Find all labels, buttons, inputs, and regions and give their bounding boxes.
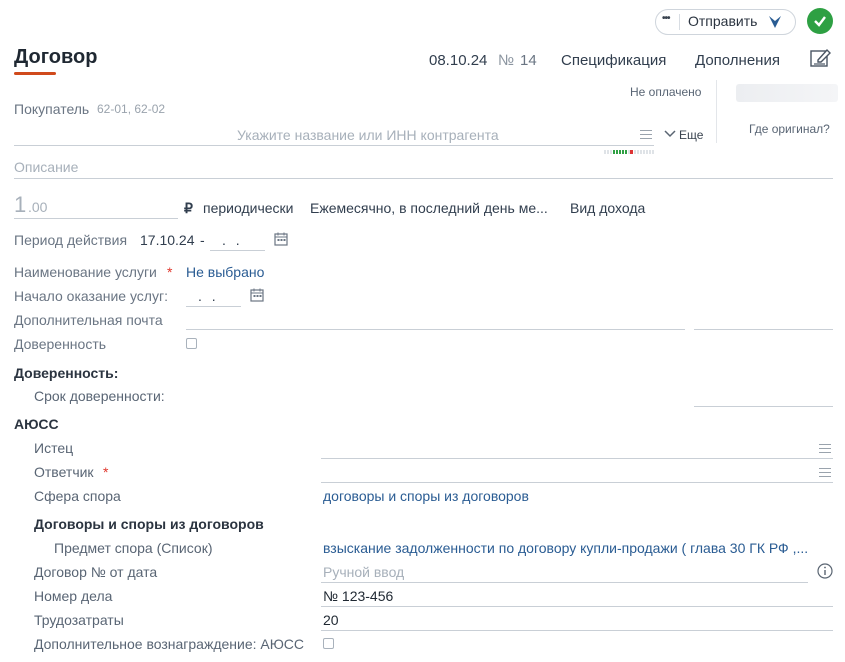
buyer-input[interactable]: Укажите название или ИНН контрагента xyxy=(237,127,499,143)
extra-email-label: Дополнительная почта xyxy=(14,312,163,328)
dispute-sphere-label: Сфера спора xyxy=(34,488,121,504)
buyer-accounts: 62-01, 62-02 xyxy=(97,102,166,116)
save-button[interactable] xyxy=(807,8,833,34)
payment-status[interactable]: Не оплачено xyxy=(630,85,701,99)
labor-input[interactable]: 20 xyxy=(323,612,339,628)
periodicity-toggle[interactable]: периодически xyxy=(203,200,293,216)
calendar-icon[interactable] xyxy=(250,288,264,302)
document-date[interactable]: 08.10.24 xyxy=(429,52,487,69)
amount-integer[interactable]: 1 xyxy=(14,192,26,218)
buyer-input-line xyxy=(14,145,654,146)
description-line xyxy=(14,178,833,179)
defendant-label: Ответчик xyxy=(34,464,94,480)
income-type-selector[interactable]: Вид дохода xyxy=(570,200,645,216)
list-icon[interactable] xyxy=(819,465,831,480)
extra-reward-checkbox[interactable] xyxy=(323,638,334,649)
send-label[interactable]: Отправить xyxy=(688,13,757,29)
where-original-link[interactable]: Где оригинал? xyxy=(749,122,830,136)
contracts-subsection-title: Договоры и споры из договоров xyxy=(34,516,264,532)
send-button-group[interactable]: ••• Отправить xyxy=(655,9,796,35)
required-marker: * xyxy=(103,464,109,480)
period-separator: - xyxy=(200,232,205,248)
currency-symbol: ₽ xyxy=(184,200,193,216)
service-start-line xyxy=(186,306,241,307)
send-direction-icon[interactable] xyxy=(768,15,782,29)
poa-term-input[interactable] xyxy=(694,406,833,407)
number-sign: № xyxy=(498,52,515,69)
extra-reward-label: Дополнительное вознаграждение: АЮСС xyxy=(34,636,304,652)
dispute-subject-value[interactable]: взыскание задолженности по договору купл… xyxy=(323,540,808,556)
extra-email-input[interactable] xyxy=(186,329,685,330)
service-label: Наименование услуги xyxy=(14,264,157,280)
period-end-line xyxy=(210,250,265,251)
case-number-line xyxy=(321,606,833,607)
info-icon[interactable] xyxy=(817,563,833,579)
labor-line xyxy=(321,630,833,631)
amount-line xyxy=(14,218,178,219)
defendant-input[interactable] xyxy=(321,482,833,483)
contract-ref-line xyxy=(321,582,808,583)
service-selector[interactable]: Не выбрано xyxy=(186,264,264,280)
service-start-label: Начало оказание услуг: xyxy=(14,288,168,304)
service-start-date[interactable]: . . xyxy=(198,288,219,304)
document-number[interactable]: 14 xyxy=(520,52,537,69)
divider xyxy=(679,14,680,30)
schedule-selector[interactable]: Ежемесячно, в последний день ме... xyxy=(310,200,548,216)
labor-label: Трудозатраты xyxy=(34,612,124,628)
counterparty-avatar-placeholder xyxy=(736,84,838,102)
poa-checkbox[interactable] xyxy=(186,338,197,349)
list-icon[interactable] xyxy=(640,127,652,142)
poa-label: Доверенность xyxy=(14,336,107,352)
dispute-sphere-value[interactable]: договоры и споры из договоров xyxy=(323,488,529,504)
case-number-input[interactable]: № 123-456 xyxy=(323,588,393,604)
list-icon[interactable] xyxy=(819,441,831,456)
period-end[interactable]: . . xyxy=(222,232,243,248)
right-panel-divider xyxy=(716,80,717,143)
period-start[interactable]: 17.10.24 xyxy=(140,232,195,248)
contract-ref-label: Договор № от дата xyxy=(34,564,158,580)
tab-specification[interactable]: Спецификация xyxy=(561,52,666,69)
page-title: Договор xyxy=(14,46,98,68)
extra-email-input-2[interactable] xyxy=(694,329,833,330)
calendar-icon[interactable] xyxy=(274,232,288,246)
more-actions-button[interactable]: ••• xyxy=(662,13,670,24)
amount-decimal[interactable]: .00 xyxy=(28,199,47,215)
buyer-label: Покупатель xyxy=(14,101,90,117)
contract-ref-input[interactable]: Ручной ввод xyxy=(323,564,404,580)
dispute-subject-label: Предмет спора (Список) xyxy=(54,540,213,556)
plaintiff-label: Истец xyxy=(34,440,74,456)
poa-term-label: Срок доверенности: xyxy=(34,388,165,404)
reliability-indicator xyxy=(604,150,654,154)
required-marker: * xyxy=(167,264,173,280)
poa-section-title: Доверенность: xyxy=(14,365,119,381)
chevron-down-icon[interactable] xyxy=(664,130,676,138)
plaintiff-input[interactable] xyxy=(321,458,833,459)
aiuss-section-title: АЮСС xyxy=(14,416,59,432)
more-button[interactable]: Еще xyxy=(679,128,703,142)
checkmark-icon xyxy=(814,16,826,27)
title-underline xyxy=(14,72,56,75)
case-number-label: Номер дела xyxy=(34,588,113,604)
period-label: Период действия xyxy=(14,232,128,248)
description-input[interactable]: Описание xyxy=(14,159,78,175)
edit-document-icon[interactable] xyxy=(810,48,832,68)
tab-additions[interactable]: Дополнения xyxy=(695,52,780,69)
